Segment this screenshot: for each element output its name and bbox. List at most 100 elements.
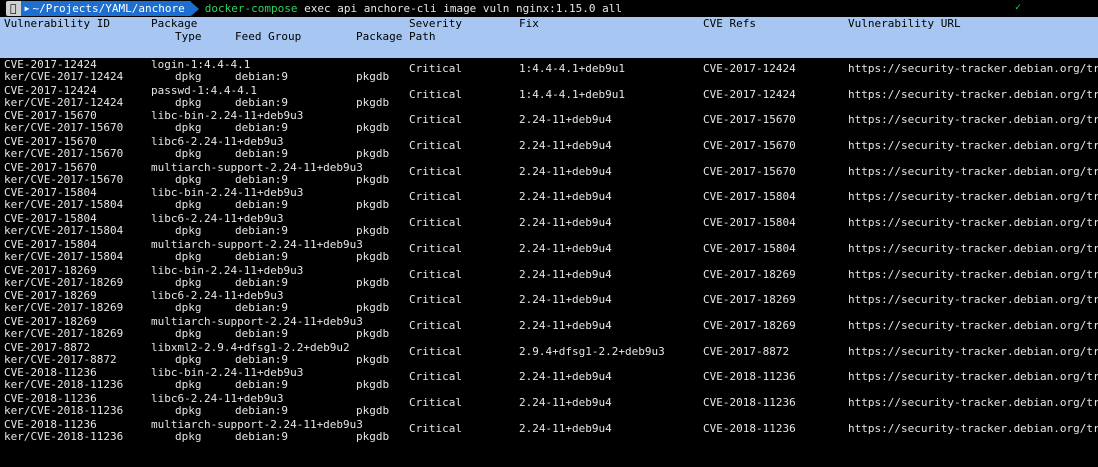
package-path: pkgdb <box>356 403 390 417</box>
feed-group: debian:9 <box>235 275 288 289</box>
fix-version: 2.24-11+deb9u4 <box>519 267 612 281</box>
feed-group: debian:9 <box>235 352 288 366</box>
vuln-url[interactable]: https://security-tracker.debian.org/trac <box>848 165 1098 179</box>
package-type: dpkg <box>175 224 202 238</box>
vuln-url[interactable]: https://security-tracker.debian.org/trac <box>848 62 1098 76</box>
cve-refs: CVE-2018-11236 <box>703 370 796 384</box>
package-type: dpkg <box>175 249 202 263</box>
table-row: CVE-2017-15804 ker/CVE-2017-15804 multiarc… <box>0 238 1098 264</box>
package-type: dpkg <box>175 326 202 340</box>
header-vuln-id: Vulnerability ID <box>4 17 110 30</box>
vuln-id-wrap: ker/CVE-2017-8872 <box>4 352 117 366</box>
severity: Critical <box>409 62 462 75</box>
severity: Critical <box>409 190 462 204</box>
package-path: pkgdb <box>356 172 390 186</box>
vuln-url[interactable]: https://security-tracker.debian.org/trac <box>848 242 1098 256</box>
cve-refs: CVE-2018-11236 <box>703 421 796 435</box>
table-row: CVE-2018-11236 ker/CVE-2018-11236 libc-bin… <box>0 366 1098 392</box>
table-row: CVE-2017-18269 ker/CVE-2017-18269 libc6-2.… <box>0 289 1098 315</box>
table-row: CVE-2017-15670 ker/CVE-2017-15670 libc6-2.… <box>0 135 1098 161</box>
vuln-url[interactable]: https://security-tracker.debian.org/trac <box>848 113 1098 127</box>
header-cve-refs: CVE Refs <box>703 17 756 30</box>
package-path: pkgdb <box>356 275 390 289</box>
vuln-url[interactable]: https://security-tracker.debian.org/trac <box>848 319 1098 333</box>
feed-group: debian:9 <box>235 70 288 83</box>
severity: Critical <box>409 344 462 358</box>
cve-refs: CVE-2017-15670 <box>703 139 796 153</box>
fix-version: 2.24-11+deb9u4 <box>519 318 612 332</box>
package-path: pkgdb <box>356 326 390 340</box>
feed-group: debian:9 <box>235 224 288 238</box>
severity: Critical <box>409 318 462 332</box>
severity: Critical <box>409 164 462 178</box>
fix-version: 2.24-11+deb9u4 <box>519 164 612 178</box>
header-feed-group: Feed Group <box>235 30 302 43</box>
command-args: exec api anchore-cli image vuln nginx:1.… <box>297 2 623 15</box>
vuln-url[interactable]: https://security-tracker.debian.org/trac <box>848 422 1098 436</box>
status-check-icon: ✓ <box>1015 2 1022 13</box>
cve-refs: CVE-2017-15670 <box>703 164 796 178</box>
feed-group: debian:9 <box>235 429 288 443</box>
vuln-id-wrap: ker/CVE-2017-18269 <box>4 326 124 340</box>
vuln-url[interactable]: https://security-tracker.debian.org/trac <box>848 88 1098 102</box>
vuln-id-wrap: ker/CVE-2017-15670 <box>4 172 124 186</box>
fix-version: 1:4.4-4.1+deb9u1 <box>519 87 625 101</box>
table-row: CVE-2017-15670 ker/CVE-2017-15670 libc-bin… <box>0 109 1098 135</box>
vuln-url[interactable]: https://security-tracker.debian.org/trac <box>848 139 1098 153</box>
vuln-url[interactable]: https://security-tracker.debian.org/trac <box>848 216 1098 230</box>
apple-icon:  <box>6 1 21 16</box>
fix-version: 2.24-11+deb9u4 <box>519 216 612 230</box>
vuln-url[interactable]: https://security-tracker.debian.org/trac <box>848 345 1098 359</box>
severity: Critical <box>409 87 462 101</box>
table-row: CVE-2017-15670 ker/CVE-2017-15670 multiarc… <box>0 161 1098 187</box>
cve-refs: CVE-2017-15804 <box>703 241 796 255</box>
vuln-url[interactable]: https://security-tracker.debian.org/trac <box>848 370 1098 384</box>
vuln-id-wrap: ker/CVE-2017-15670 <box>4 147 124 161</box>
vuln-url[interactable]: https://security-tracker.debian.org/trac <box>848 190 1098 204</box>
severity: Critical <box>409 395 462 409</box>
package-type: dpkg <box>175 429 202 443</box>
package-type: dpkg <box>175 352 202 366</box>
vuln-id-wrap: ker/CVE-2017-15804 <box>4 198 124 212</box>
cve-refs: CVE-2017-15670 <box>703 113 796 127</box>
package-type: dpkg <box>175 121 202 135</box>
vuln-url[interactable]: https://security-tracker.debian.org/trac <box>848 293 1098 307</box>
vulnerability-list: CVE-2017-12424 ker/CVE-2017-12424 login-1:… <box>0 58 1098 443</box>
fix-version: 2.24-11+deb9u4 <box>519 395 612 409</box>
package-type: dpkg <box>175 172 202 186</box>
package-path: pkgdb <box>356 224 390 238</box>
cve-refs: CVE-2017-12424 <box>703 62 796 75</box>
header-type: Type <box>175 30 202 43</box>
package-type: dpkg <box>175 95 202 109</box>
vuln-url[interactable]: https://security-tracker.debian.org/trac <box>848 268 1098 282</box>
feed-group: debian:9 <box>235 172 288 186</box>
feed-group: debian:9 <box>235 249 288 263</box>
package-path: pkgdb <box>356 378 390 392</box>
table-row: CVE-2017-15804 ker/CVE-2017-15804 libc6-2.… <box>0 212 1098 238</box>
package-type: dpkg <box>175 70 202 83</box>
package-type: dpkg <box>175 198 202 212</box>
fix-version: 2.24-11+deb9u4 <box>519 113 612 127</box>
header-vuln-url: Vulnerability URL <box>848 17 961 30</box>
feed-group: debian:9 <box>235 378 288 392</box>
feed-group: debian:9 <box>235 121 288 135</box>
package-path: pkgdb <box>356 352 390 366</box>
cve-refs: CVE-2017-18269 <box>703 267 796 281</box>
fix-version: 2.24-11+deb9u4 <box>519 370 612 384</box>
fix-version: 1:4.4-4.1+deb9u1 <box>519 62 625 75</box>
package-path: pkgdb <box>356 70 390 83</box>
severity: Critical <box>409 241 462 255</box>
table-row: CVE-2017-8872 ker/CVE-2017-8872 libxml2-2.… <box>0 341 1098 367</box>
play-arrow-icon: ▶ <box>24 4 30 13</box>
vuln-id-wrap: ker/CVE-2018-11236 <box>4 378 124 392</box>
vuln-url[interactable]: https://security-tracker.debian.org/trac <box>848 396 1098 410</box>
package-path: pkgdb <box>356 429 390 443</box>
vuln-id-wrap: ker/CVE-2017-12424 <box>4 95 124 109</box>
package-path: pkgdb <box>356 198 390 212</box>
package-path: pkgdb <box>356 121 390 135</box>
fix-version: 2.24-11+deb9u4 <box>519 293 612 307</box>
package-type: dpkg <box>175 147 202 161</box>
feed-group: debian:9 <box>235 147 288 161</box>
header-severity: Severity <box>409 17 462 30</box>
table-row: CVE-2017-18269 ker/CVE-2017-18269 multiarc… <box>0 315 1098 341</box>
